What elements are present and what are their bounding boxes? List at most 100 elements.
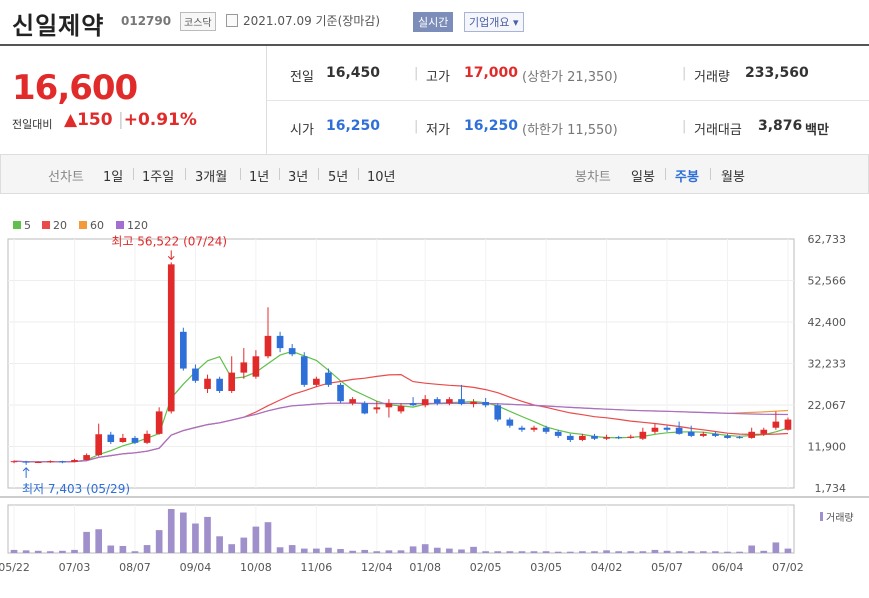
volume-bar [373,551,381,553]
x-tick-label: 01/08 [409,561,441,574]
candle [748,427,756,439]
candle-body [46,461,54,463]
candle-body [361,403,369,414]
volume-bar [95,529,103,553]
candle-body [192,368,199,381]
volume-bar [724,551,731,553]
candle-body [712,433,719,436]
volume-bar [760,550,768,553]
volume-bar [216,536,223,553]
candle-body [288,348,296,355]
candle [228,356,236,394]
volume-bar [482,551,489,553]
volume-bar [518,551,526,553]
candle [167,262,175,414]
candle [615,435,622,440]
candle-body [446,399,453,404]
y-tick-label: 32,233 [808,358,847,371]
candle-body [494,405,502,420]
candle-body [639,431,647,439]
candle-body [59,461,66,463]
volume-bar [385,550,393,553]
candle [784,417,792,431]
volume-bar [542,551,550,553]
candle-body [724,435,731,438]
candle-body [421,399,429,406]
candle [663,425,671,432]
candle-body [204,378,211,389]
candle-body [591,435,598,439]
stock-chart: 62,733 52,566 42,400 32,233 22,067 11,900 1,73… [0,219,869,574]
high-arrow [167,250,175,261]
candle [107,431,115,445]
candle [603,434,610,440]
x-tick-label: 03/05 [530,561,562,574]
volume-bar [712,551,719,553]
volume-bar [119,545,127,553]
candle [494,403,502,422]
candle-body [482,402,489,406]
volume-bar [228,544,236,553]
candle-body [107,434,115,443]
volume-bar [566,551,574,553]
volume-legend-swatch [820,512,823,521]
candle-body [433,399,441,404]
candle [313,376,320,387]
x-tick-label: 12/04 [361,561,393,574]
candle [651,423,659,434]
volume-bar [458,549,465,553]
volume-bar [579,551,586,553]
volume-bar [71,549,78,553]
candle [192,364,199,383]
high-annotation: 최고 56,522 (07/24) [111,234,227,248]
candle [470,399,477,408]
candle [337,382,344,404]
candle-body [760,429,768,434]
candle-body [143,433,151,443]
candle-body [579,435,586,440]
x-tick-label: 07/03 [59,561,91,574]
legend-label: 5 [24,219,31,232]
candle [409,397,417,407]
volume-bar [252,526,260,553]
candle-body [22,461,30,463]
candle [264,307,272,359]
legend-label: 20 [53,219,67,232]
candle-body [651,427,659,432]
candle-body [627,436,635,438]
volume-bar [603,550,610,553]
candle-body [95,434,103,456]
y-tick-label: 42,400 [808,316,847,329]
volume-bar [421,544,429,553]
volume-bar [34,550,42,553]
volume-bar [131,551,139,553]
volume-plot-frame [7,504,795,554]
candle-body [663,427,671,430]
candle [155,407,163,435]
y-tick-label: 62,733 [808,233,847,246]
volume-bar [627,551,635,553]
candle-body [772,421,780,428]
candle-body [699,433,707,436]
volume-bar [748,545,756,553]
volume-bar [349,550,356,553]
x-tick-label: 02/05 [470,561,502,574]
x-tick-label: 05/22 [0,561,30,574]
volume-bar [337,549,344,553]
candle-body [325,372,332,385]
y-tick-label: 1,734 [815,482,847,495]
volume-bar [506,551,514,553]
candle-body [276,335,284,349]
candle-body [71,459,78,463]
candle [627,434,635,439]
volume-bar [46,551,54,553]
volume-bar [554,551,562,553]
volume-bar [494,551,502,553]
x-tick-label: 04/02 [591,561,623,574]
candle [83,453,90,461]
volume-bar [59,550,66,553]
y-tick-label: 11,900 [808,441,847,454]
candle [458,384,465,406]
legend-label: 60 [90,219,104,232]
legend-swatch [13,221,21,229]
